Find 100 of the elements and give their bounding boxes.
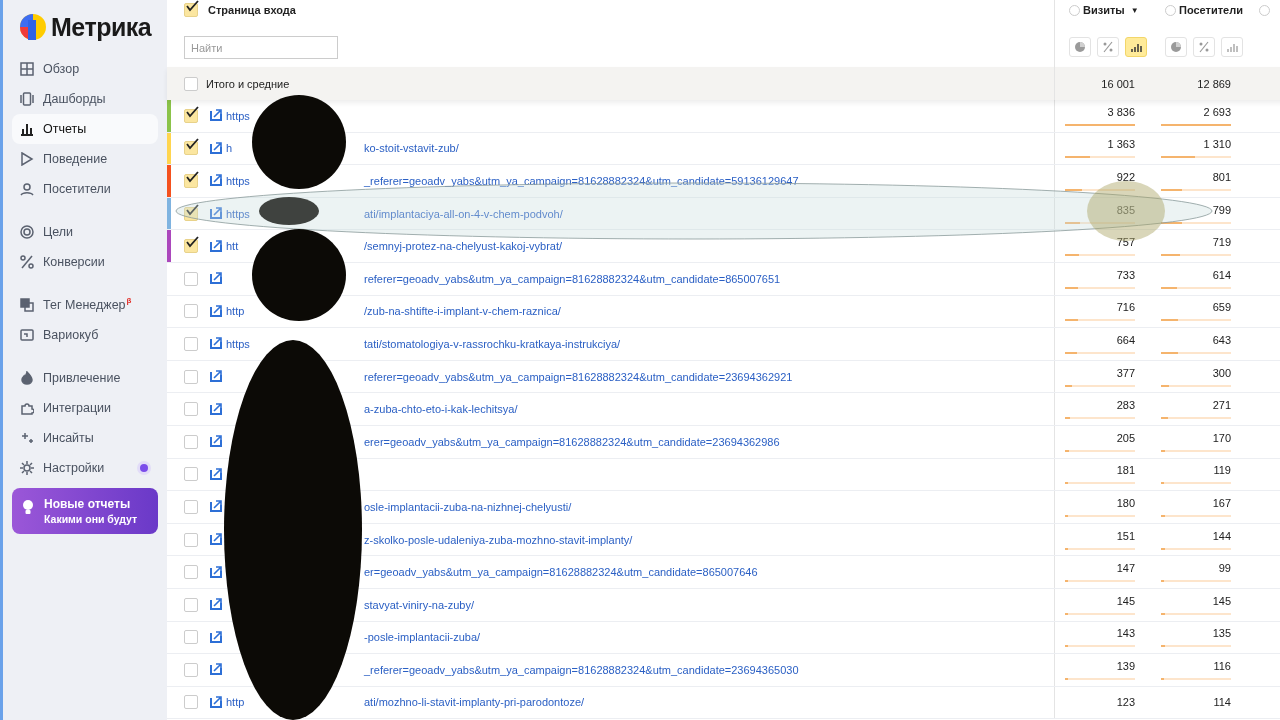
visitors-value: 799 [1212,203,1231,217]
url-link[interactable]: er=geoadv_yabs&utm_ya_campaign=81628882324&utm_candidate=865007646 [364,566,758,579]
checkbox[interactable] [184,336,198,351]
percent-button[interactable] [1097,37,1119,57]
url-link[interactable]: a-zuba-chto-eto-i-kak-lechitsya/ [364,403,518,416]
url-link[interactable]: osle-implantacii-zuba-na-nizhnej-chelyusti/ [364,500,572,513]
url-link[interactable]: http [226,305,245,318]
url-link[interactable]: /zub-na-shtifte-i-implant-v-chem-raznica/ [364,305,561,318]
url-link[interactable]: ati/mozhno-li-stavit-implanty-pri-parodontoze/ [364,696,585,709]
external-link-icon[interactable] [208,141,222,155]
url-link[interactable]: http [226,696,245,709]
visitors-value: 643 [1212,333,1231,347]
search-field[interactable]: Найти [184,36,338,59]
external-link-icon[interactable] [208,630,222,644]
checkbox[interactable] [184,434,198,449]
nav-item[interactable]: Инсайты [12,423,158,453]
nav-item[interactable]: Настройки [12,453,158,483]
url-link[interactable]: _referer=geoadv_yabs&utm_ya_campaign=81628882324&utm_candidate=59136129647 [364,175,799,187]
dimension-label: Страница входа [208,4,296,16]
percent-button[interactable] [1193,37,1215,57]
checkbox[interactable] [184,239,198,254]
url-link[interactable]: _referer=geoadv_yabs&utm_ya_campaign=81628882324&utm_candidate=23694365030 [364,663,799,676]
external-link-icon[interactable] [208,565,222,579]
checkbox[interactable] [184,695,198,710]
spark-icon [20,431,34,445]
checkbox[interactable] [184,304,198,319]
beta-label: β [126,296,132,305]
bar-chart-button[interactable] [1125,37,1147,57]
nav-item[interactable]: Цели [12,217,158,247]
nav-item[interactable]: Интеграции [12,393,158,423]
pie-chart-button[interactable] [1165,37,1187,57]
url-link[interactable]: stavyat-viniry-na-zuby/ [364,598,475,611]
promo-card[interactable]: Новые отчеты Какими они будут [12,488,158,534]
url-link[interactable]: /semnyj-protez-na-chelyust-kakoj-vybrat/ [364,240,563,253]
visitors-value: 135 [1212,627,1231,641]
visitors-value: 614 [1212,268,1231,282]
external-link-icon[interactable] [208,174,222,188]
checkbox[interactable] [184,141,198,156]
checkbox[interactable] [184,76,198,91]
column-header[interactable]: Посетители [1179,4,1243,16]
nav-item[interactable]: Вариокуб [12,320,158,350]
checkbox[interactable] [184,174,198,188]
url-link[interactable]: https [226,175,250,187]
checkbox[interactable] [184,565,198,580]
checkbox[interactable] [184,206,198,221]
sort-indicator: ▼ [1130,5,1139,15]
external-link-icon[interactable] [208,435,222,449]
url-link[interactable]: https [226,109,250,122]
visitors-value: 271 [1212,399,1231,413]
nav-item[interactable]: Привлечение [12,363,158,393]
external-link-icon[interactable] [208,337,222,351]
external-link-icon[interactable] [208,500,222,514]
external-link-icon[interactable] [208,467,222,481]
external-link-icon[interactable] [208,402,222,416]
url-link[interactable]: h [226,142,233,155]
url-link[interactable]: referer=geoadv_yabs&utm_ya_campaign=81628882324&utm_candidate=23694362921 [364,370,793,383]
external-link-icon[interactable] [208,533,222,546]
external-link-icon[interactable] [208,272,222,286]
checkbox[interactable] [184,271,198,286]
external-link-icon[interactable] [208,370,222,384]
visits-value: 147 [1116,562,1135,576]
nav-item[interactable]: Дашборды [12,84,158,114]
chart-icon [20,122,34,136]
checkbox[interactable] [184,3,198,17]
external-link-icon[interactable] [208,304,222,318]
nav-item[interactable]: Обзор [12,54,158,84]
external-link-icon[interactable] [208,696,222,709]
nav-item[interactable]: Отчеты [12,114,158,144]
url-link[interactable]: ko-stoit-vstavit-zub/ [364,142,459,155]
checkbox[interactable] [184,630,198,645]
external-link-icon[interactable] [208,239,222,253]
checkbox[interactable] [184,499,198,514]
external-link-icon[interactable] [208,598,222,612]
url-link[interactable]: https [226,337,250,350]
visits-value: 3 836 [1107,105,1135,119]
checkbox[interactable] [184,532,198,547]
visitors-value: 801 [1212,171,1231,184]
nav-item[interactable]: Конверсии [12,247,158,277]
url-link[interactable]: htt [226,240,239,253]
checkbox[interactable] [184,467,198,482]
checkbox[interactable] [184,108,198,123]
url-link[interactable]: tati/stomatologiya-v-rassrochku-kratkaya-instrukciya/ [364,337,621,350]
external-link-icon[interactable] [208,109,222,123]
column-header[interactable]: Визиты [1083,4,1125,16]
nav-item[interactable]: Поведение [12,144,158,174]
nav-item[interactable]: Посетители [12,174,158,204]
checkbox[interactable] [184,369,198,384]
external-link-icon[interactable] [208,663,222,677]
pie-chart-button[interactable] [1069,37,1091,57]
url-link[interactable]: z-skolko-posle-udaleniya-zuba-mozhno-stavit-implanty/ [364,533,633,546]
url-link[interactable]: https [226,207,250,220]
url-link[interactable]: referer=geoadv_yabs&utm_ya_campaign=81628882324&utm_candidate=865007651 [364,272,781,285]
checkbox[interactable] [184,662,198,677]
nav-item[interactable]: Тег Менеджер$^{β}$ [12,290,158,320]
checkbox[interactable] [184,597,198,612]
url-link[interactable]: ati/implantaciya-all-on-4-v-chem-podvoh/ [364,207,563,220]
url-link[interactable]: -posle-implantacii-zuba/ [364,631,481,644]
checkbox[interactable] [184,402,198,417]
url-link[interactable]: erer=geoadv_yabs&utm_ya_campaign=81628882324&utm_candidate=23694362986 [364,435,780,448]
external-link-icon[interactable] [208,207,222,221]
